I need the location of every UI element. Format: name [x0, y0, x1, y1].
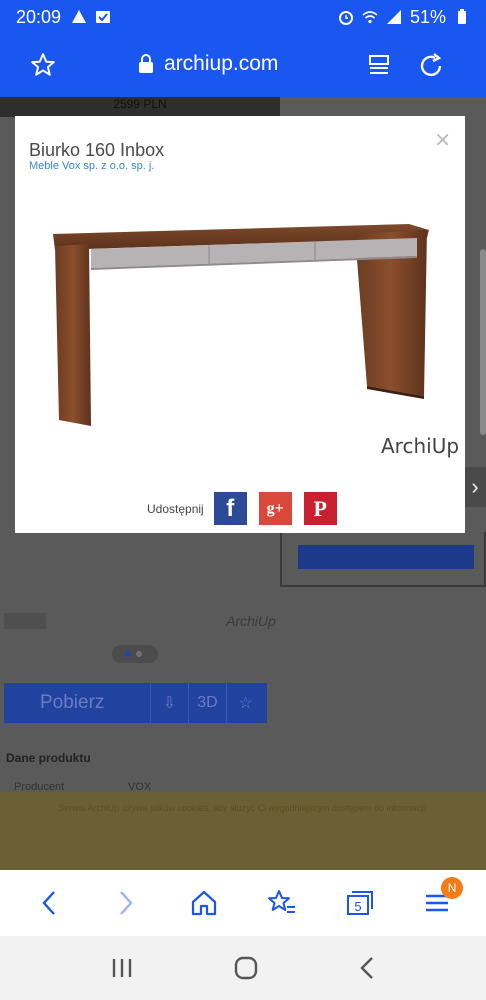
pinterest-share-button[interactable]: P [303, 492, 337, 525]
section-title: Dane produktu [6, 751, 91, 765]
cookie-banner: Serwis ArchiUp używa plików cookies, aby… [0, 792, 486, 870]
next-arrow-button[interactable]: › [464, 467, 486, 507]
bookmark-star-icon[interactable] [30, 52, 56, 78]
product-image-modal: Biurko 160 Inbox Meble Vox sp. z o.o. sp… [15, 116, 465, 533]
battery-percent: 51% [409, 6, 446, 27]
tabs-icon: 5 [347, 891, 374, 915]
desk-image [53, 224, 429, 426]
download-icon: ⇩ [150, 683, 188, 723]
url-bar: archiup.com [0, 34, 486, 97]
close-icon[interactable]: ✕ [434, 128, 451, 153]
manufacturer-link[interactable]: Meble Vox sp. z o.o. sp. j. [29, 160, 154, 172]
facebook-share-button[interactable]: f [213, 492, 247, 525]
bookmarks-button[interactable] [262, 883, 302, 923]
bookmark-list-icon [267, 890, 295, 913]
tabs-button[interactable]: 5 [339, 883, 379, 923]
favorite-star-icon: ☆ [226, 683, 264, 723]
address-field[interactable]: archiup.com [138, 52, 278, 76]
share-row: Udostępnij f g+ P [147, 492, 337, 525]
carousel-dots [112, 645, 158, 663]
signal-icon [386, 10, 401, 24]
tabs-count: 5 [355, 899, 362, 914]
modal-title: Biurko 160 Inbox [29, 140, 165, 160]
home-system-icon[interactable] [233, 955, 259, 981]
reload-icon[interactable] [418, 52, 446, 80]
status-time: 20:09 [16, 6, 62, 27]
system-navigation-bar [0, 936, 486, 1000]
download-label: Pobierz [40, 692, 105, 713]
background-tag [4, 613, 46, 629]
wifi-icon [362, 11, 378, 24]
home-icon [192, 890, 217, 916]
reader-mode-icon[interactable] [368, 54, 390, 76]
home-button[interactable] [184, 883, 224, 923]
back-button[interactable] [29, 883, 69, 923]
lock-icon [139, 54, 153, 73]
price-strip: 2599 PLN [0, 97, 280, 117]
share-label: Udostępnij [147, 501, 204, 516]
download-check-icon [96, 11, 111, 23]
archiup-logo: ArchiUp [381, 434, 460, 458]
chevron-left-icon [42, 891, 55, 915]
forward-button[interactable] [106, 883, 146, 923]
3d-icon: 3D [188, 683, 226, 723]
menu-notification-badge: N [441, 877, 464, 899]
background-action-button [298, 545, 474, 569]
back-system-icon[interactable] [358, 955, 376, 981]
background-brand-watermark: ArchiUp [226, 613, 276, 629]
download-bar: Pobierz ⇩ 3D ☆ [4, 683, 267, 723]
carousel-dot [136, 651, 142, 657]
browser-bottom-nav: 5 N [0, 870, 486, 936]
status-bar: 20:09 51% [0, 0, 486, 34]
menu-button[interactable]: N [417, 877, 464, 923]
carousel-dot-active [125, 651, 131, 657]
google-plus-share-button[interactable]: g+ [258, 492, 292, 525]
recent-apps-icon[interactable] [110, 957, 134, 979]
warning-icon [72, 10, 87, 23]
chevron-right-icon [120, 891, 134, 915]
domain-text: archiup.com [164, 52, 279, 75]
battery-icon [458, 9, 466, 24]
scrollbar[interactable] [480, 249, 486, 435]
alarm-icon [338, 11, 353, 25]
